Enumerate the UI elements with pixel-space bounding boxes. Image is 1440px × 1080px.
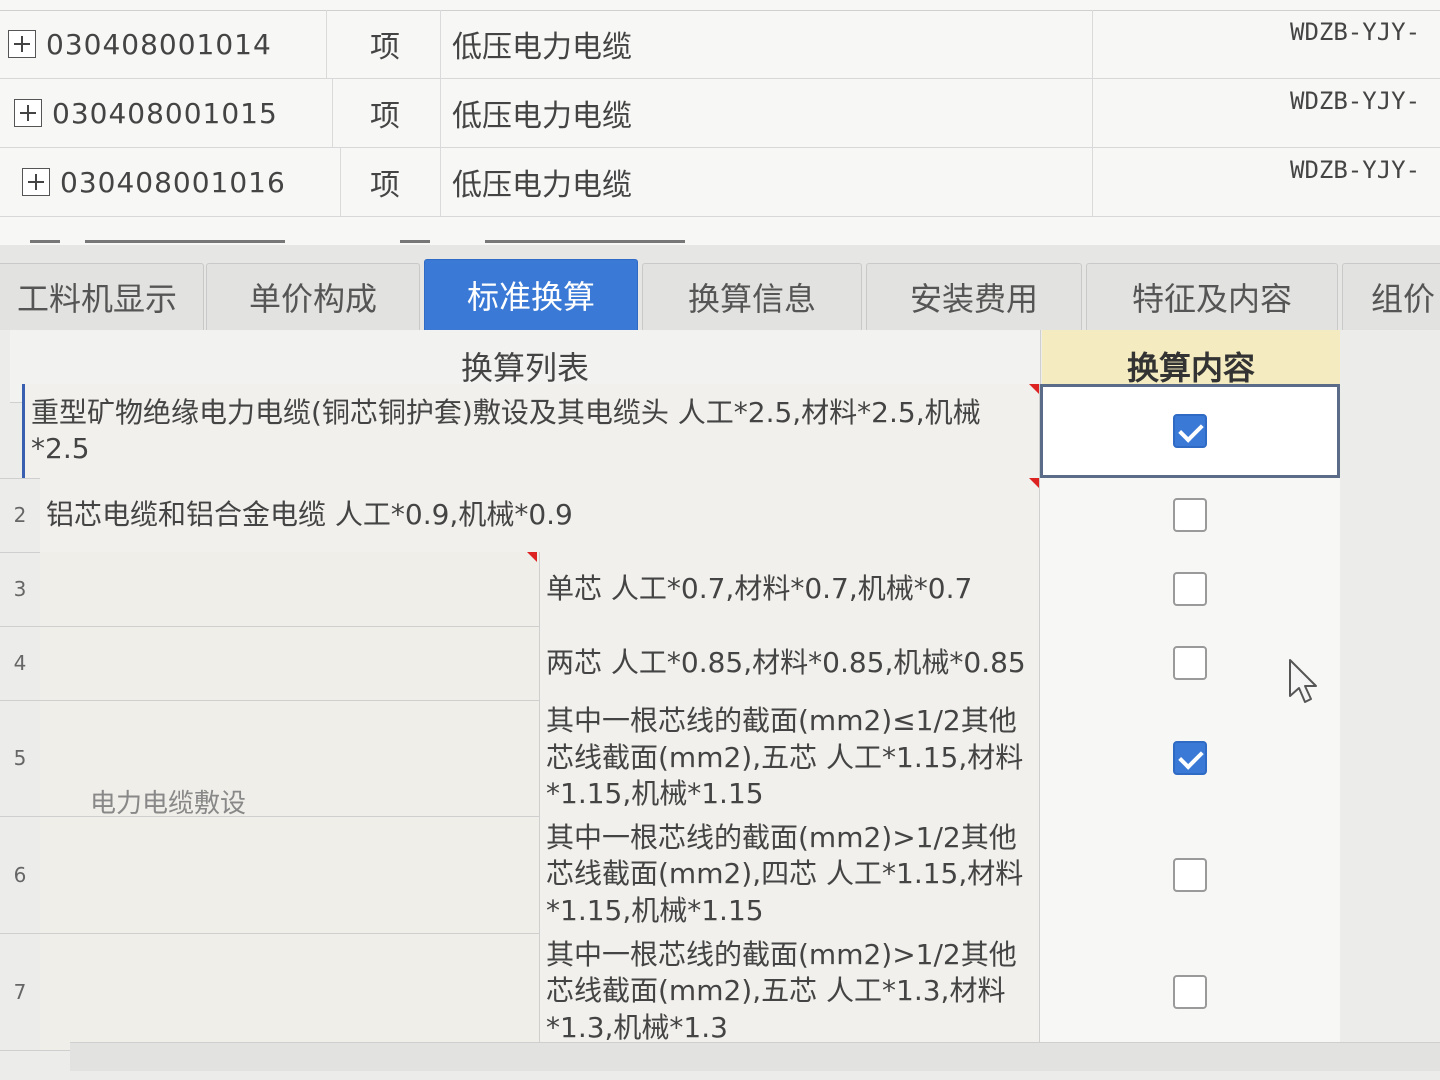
conversion-checkbox[interactable] xyxy=(1173,974,1207,1009)
conversion-row[interactable]: 重型矿物绝缘电力电缆(铜芯铜护套)敷设及其电缆头 人工*2.5,材料*2.5,机… xyxy=(0,384,1340,479)
tab-conversion-info[interactable]: 换算信息 xyxy=(642,263,862,330)
item-unit: 项 xyxy=(330,148,441,216)
grid-row[interactable]: 030408001014 项 低压电力电缆 WDZB-YJY- xyxy=(0,10,1440,79)
grid-row-partial-bottom xyxy=(0,222,1440,245)
conversion-row[interactable]: 3 单芯 人工*0.7,材料*0.7,机械*0.7 xyxy=(0,552,1340,627)
conversion-row[interactable]: 7 其中一根芯线的截面(mm2)>1/2其他芯线截面(mm2),五芯 人工*1.… xyxy=(0,933,1340,1051)
item-grid: 030408001014 项 低压电力电缆 WDZB-YJY- 03040800… xyxy=(0,0,1440,246)
conversion-text: 其中一根芯线的截面(mm2)>1/2其他芯线截面(mm2),四芯 人工*1.15… xyxy=(546,820,1024,927)
mouse-pointer-icon xyxy=(1289,659,1317,703)
conversion-text: 重型矿物绝缘电力电缆(铜芯铜护套)敷设及其电缆头 人工*2.5,材料*2.5,机… xyxy=(31,395,981,465)
tab-pricing[interactable]: 组价 xyxy=(1342,263,1440,330)
conversion-checkbox[interactable] xyxy=(1173,741,1207,775)
tab-features[interactable]: 特征及内容 xyxy=(1086,263,1338,330)
row-number: 6 xyxy=(13,862,27,887)
item-spec: WDZB-YJY- xyxy=(1290,18,1421,46)
comment-marker xyxy=(1029,384,1039,394)
item-spec: WDZB-YJY- xyxy=(1290,87,1421,115)
row-number: 3 xyxy=(13,577,27,601)
grid-row[interactable]: 030408001015 项 低压电力电缆 WDZB-YJY- xyxy=(0,79,1440,148)
conversion-checkbox[interactable] xyxy=(1173,414,1207,448)
row-number: 7 xyxy=(13,979,27,1004)
conversion-checkbox[interactable] xyxy=(1173,572,1207,606)
conversion-checkbox[interactable] xyxy=(1173,646,1207,680)
row-number: 5 xyxy=(13,746,27,770)
item-spec: WDZB-YJY- xyxy=(1290,156,1421,184)
conversion-text: 单芯 人工*0.7,材料*0.7,机械*0.7 xyxy=(546,571,973,605)
item-name: 低压电力电缆 xyxy=(448,79,1093,147)
conversion-checkbox[interactable] xyxy=(1173,498,1207,532)
item-name: 低压电力电缆 xyxy=(448,10,1093,78)
comment-marker xyxy=(1029,478,1039,488)
expand-plus-icon[interactable] xyxy=(14,99,42,127)
item-unit: 项 xyxy=(330,79,441,147)
item-name: 低压电力电缆 xyxy=(448,148,1093,216)
conversion-row[interactable]: 6 其中一根芯线的截面(mm2)>1/2其他芯线截面(mm2),四芯 人工*1.… xyxy=(0,816,1340,934)
row-number: 4 xyxy=(13,651,27,675)
conversion-table: 换算列表 换算内容 重型矿物绝缘电力电缆(铜芯铜护套)敷设及其电缆头 人工*2.… xyxy=(0,330,1440,1080)
conversion-text: 铝芯电缆和铝合金电缆 人工*0.9,机械*0.9 xyxy=(46,497,573,531)
expand-plus-icon[interactable] xyxy=(8,30,36,58)
expand-plus-icon[interactable] xyxy=(22,168,50,196)
tab-material-machine[interactable]: 工料机显示 xyxy=(0,263,204,330)
grid-row[interactable]: 030408001016 项 低压电力电缆 WDZB-YJY- xyxy=(0,148,1440,217)
conversion-row[interactable]: 4 两芯 人工*0.85,材料*0.85,机械*0.85 xyxy=(0,626,1340,701)
row-number: 2 xyxy=(13,503,27,527)
horizontal-scrollbar[interactable] xyxy=(70,1042,1440,1071)
item-code: 030408001014 xyxy=(46,27,272,61)
conversion-text: 其中一根芯线的截面(mm2)>1/2其他芯线截面(mm2),五芯 人工*1.3,… xyxy=(546,937,1017,1044)
item-code: 030408001016 xyxy=(60,165,286,199)
tab-unit-price[interactable]: 单价构成 xyxy=(206,263,420,330)
item-code: 030408001015 xyxy=(52,96,278,130)
conversion-text: 其中一根芯线的截面(mm2)≤1/2其他芯线截面(mm2),五芯 人工*1.15… xyxy=(546,704,1024,811)
conversion-checkbox[interactable] xyxy=(1173,857,1207,892)
detail-tab-bar: 工料机显示 单价构成 标准换算 换算信息 安装费用 特征及内容 组价 xyxy=(0,245,1440,332)
item-unit: 项 xyxy=(330,10,441,78)
conversion-row[interactable]: 2 铝芯电缆和铝合金电缆 人工*0.9,机械*0.9 xyxy=(0,478,1340,553)
conversion-row[interactable]: 5 其中一根芯线的截面(mm2)≤1/2其他芯线截面(mm2),五芯 人工*1.… xyxy=(0,700,1340,817)
tab-standard-conversion[interactable]: 标准换算 xyxy=(424,259,638,330)
tab-install-fee[interactable]: 安装费用 xyxy=(866,263,1082,330)
conversion-text: 两芯 人工*0.85,材料*0.85,机械*0.85 xyxy=(546,645,1026,679)
